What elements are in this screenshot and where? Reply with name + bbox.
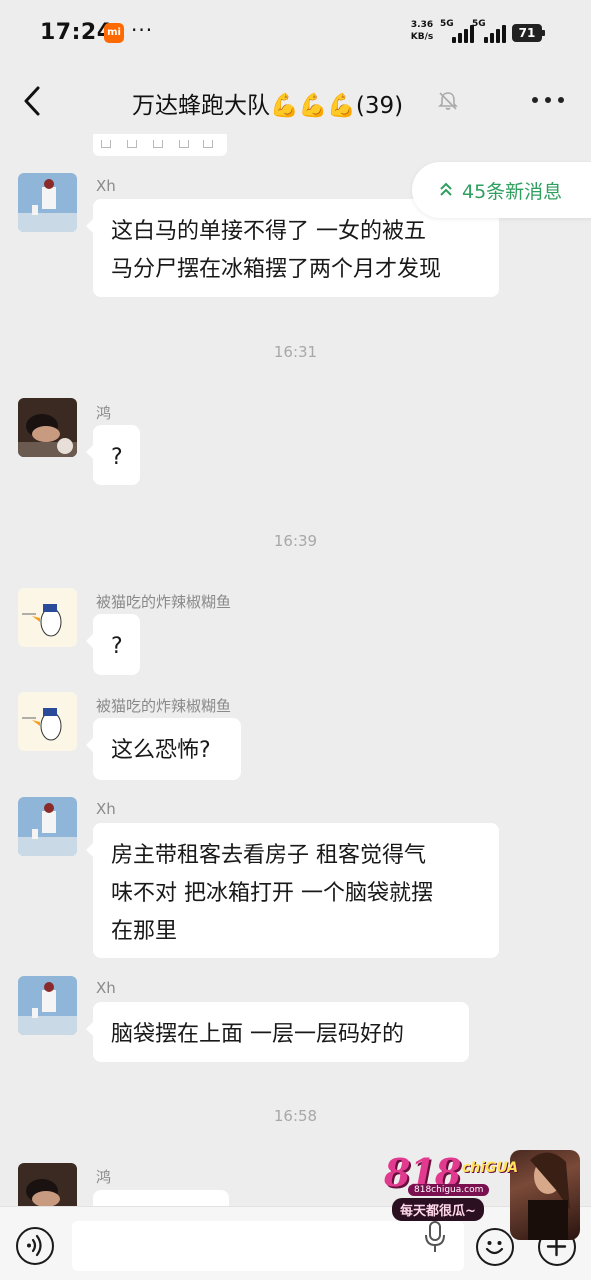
clock: 17:24 (40, 20, 113, 45)
sender-name: Xh (96, 800, 116, 818)
network-speed-value: 3.36 (410, 20, 434, 30)
message-line: 马分尸摆在冰箱摆了两个月才发现 (111, 257, 442, 282)
chevron-left-icon (24, 86, 40, 116)
avatar-xh-image (18, 797, 77, 856)
network-speed-unit: KB/s (410, 32, 434, 42)
avatar-cat-fish[interactable] (18, 588, 77, 647)
double-chevron-up-icon (440, 182, 452, 196)
voice-input-button[interactable] (16, 1227, 54, 1265)
sender-name: Xh (96, 979, 116, 997)
network-speed: 3.36 KB/s (408, 19, 436, 43)
avatar-xh[interactable] (18, 173, 77, 232)
avatar-xh-image (18, 976, 77, 1035)
watermark-ad: 818 chiGUA 818chigua.com 每天都很瓜~ (380, 1150, 580, 1240)
status-bar: 17:24 mi ··· 3.36 KB/s 5G 5G 71 (0, 0, 591, 68)
ad-slogan: 每天都很瓜~ (392, 1198, 484, 1221)
avatar-duck-image (18, 588, 77, 647)
avatar-hong[interactable] (18, 398, 77, 457)
avatar-xh[interactable] (18, 976, 77, 1035)
message-line: 在那里 (111, 919, 178, 944)
back-button[interactable] (18, 82, 48, 120)
avatar-hong[interactable] (18, 1163, 77, 1206)
sender-name: Xh (96, 177, 116, 195)
timestamp: 16:31 (273, 343, 318, 361)
message-bubble[interactable]: ? (86, 614, 140, 675)
message-bubble[interactable]: 脑袋摆在上面 一层一层码好的 (86, 1002, 469, 1062)
message-line: ? (111, 445, 123, 470)
message-bubble[interactable]: ? (86, 425, 140, 485)
chat-header: 万达蜂跑大队💪💪💪(39) (0, 68, 591, 134)
ad-photo (510, 1150, 580, 1240)
message-bubble[interactable]: 这么恐怖? (86, 718, 241, 780)
timestamp: 16:58 (273, 1107, 318, 1125)
message-line: 味不对 把冰箱打开 一个脑袋就摆 (111, 881, 433, 906)
battery-icon: 71 (512, 24, 542, 42)
message-line: ? (111, 634, 123, 659)
message-line: 这么恐怖? (111, 738, 211, 763)
more-options-button[interactable] (532, 94, 564, 106)
avatar-hong-image (18, 1163, 77, 1206)
ad-person-image (528, 1152, 570, 1240)
new-messages-label: 45条新消息 (462, 181, 563, 203)
chat-title: 万达蜂跑大队💪💪💪(39) (132, 93, 404, 119)
avatar-xh-image (18, 173, 77, 232)
avatar-duck-image (18, 692, 77, 751)
message-bubble[interactable] (86, 1190, 229, 1224)
sender-name: 鸿 (96, 404, 112, 422)
more-notifications-icon: ··· (131, 18, 154, 42)
sender-name: 鸿 (96, 1168, 112, 1186)
sender-name: 被猫吃的炸辣椒糊鱼 (96, 697, 232, 715)
sender-name: 被猫吃的炸辣椒糊鱼 (96, 593, 232, 611)
mute-bell-icon (438, 92, 458, 110)
avatar-cat-fish[interactable] (18, 692, 77, 751)
message-line: 脑袋摆在上面 一层一层码好的 (111, 1022, 404, 1047)
ad-logo-suffix: chiGUA (462, 1160, 519, 1176)
new-messages-button[interactable]: 45条新消息 (412, 162, 591, 218)
ad-url: 818chigua.com (408, 1184, 490, 1196)
mi-notification-icon: mi (104, 23, 124, 43)
voice-wave-icon (27, 1234, 42, 1257)
previous-image-message[interactable] (93, 134, 227, 156)
avatar-xh[interactable] (18, 797, 77, 856)
message-line: 这白马的单接不得了 一女的被五 (111, 219, 426, 244)
message-line: 房主带租客去看房子 租客觉得气 (111, 843, 426, 868)
battery-tip (542, 30, 545, 36)
timestamp: 16:39 (273, 532, 318, 550)
avatar-hong-image (18, 398, 77, 457)
message-bubble[interactable]: 房主带租客去看房子 租客觉得气 味不对 把冰箱打开 一个脑袋就摆 在那里 (86, 823, 499, 958)
